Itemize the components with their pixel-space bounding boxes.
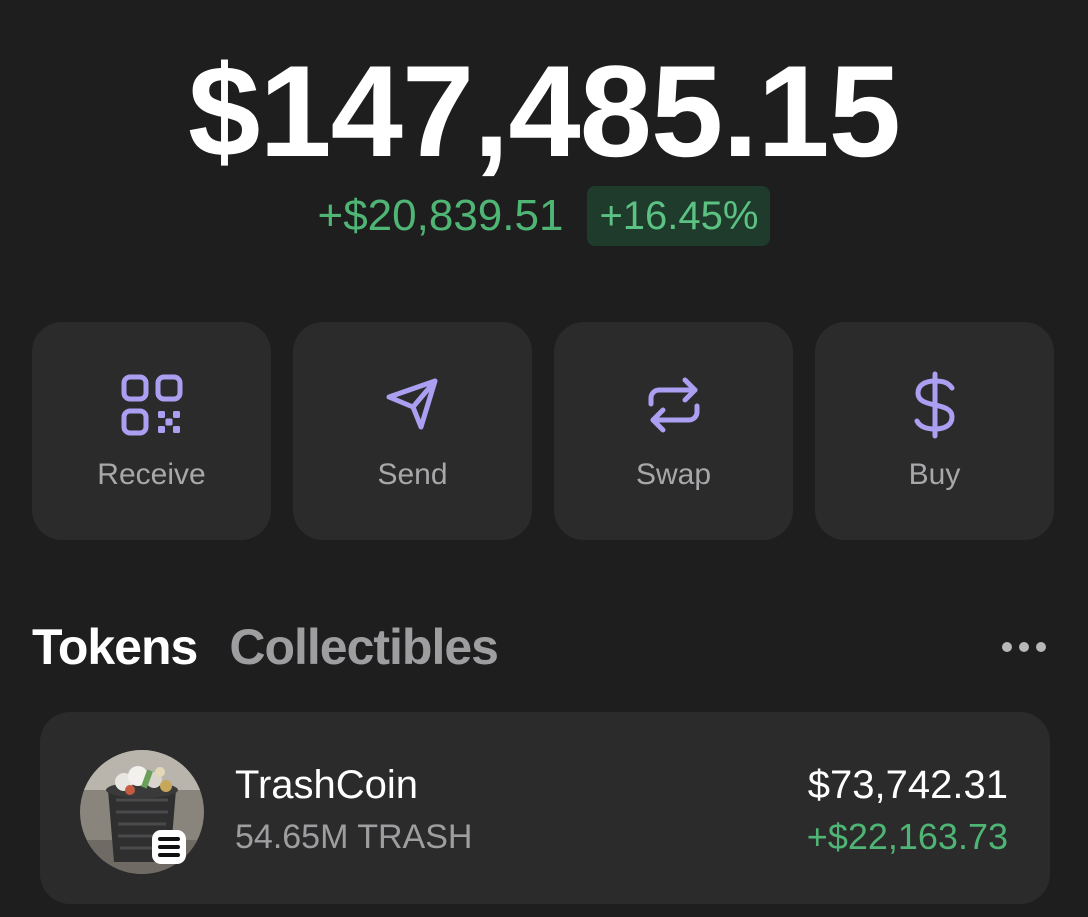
receive-button[interactable]: Receive	[32, 322, 271, 540]
action-buttons: Receive Send Swap Buy	[32, 322, 1054, 540]
solana-icon	[152, 830, 186, 864]
qr-code-icon	[117, 370, 187, 440]
more-dot-icon	[1019, 642, 1029, 652]
send-button[interactable]: Send	[293, 322, 532, 540]
buy-label: Buy	[908, 458, 961, 491]
tab-tokens[interactable]: Tokens	[32, 612, 198, 682]
more-dot-icon	[1036, 642, 1046, 652]
token-row-trashcoin[interactable]: TrashCoin 54.65M TRASH $73,742.31 +$22,1…	[40, 712, 1050, 904]
token-change: +$22,163.73	[806, 816, 1008, 857]
send-label: Send	[377, 458, 448, 491]
balance-change-amount: +$20,839.51	[317, 191, 564, 240]
token-avatar	[80, 750, 204, 874]
buy-button[interactable]: Buy	[815, 322, 1054, 540]
swap-arrows-icon	[639, 370, 709, 440]
tab-collectibles[interactable]: Collectibles	[229, 612, 499, 682]
receive-label: Receive	[97, 458, 206, 491]
token-value: $73,742.31	[807, 763, 1008, 807]
swap-button[interactable]: Swap	[554, 322, 793, 540]
balance-change-percent-badge: +16.45%	[587, 186, 771, 246]
total-balance: $147,485.15	[188, 38, 901, 184]
token-name: TrashCoin	[235, 763, 419, 807]
token-amount: 54.65M TRASH	[235, 818, 473, 856]
more-options-button[interactable]	[996, 630, 1052, 664]
balance-change-row: +$20,839.51 +16.45%	[0, 186, 1088, 246]
dollar-sign-icon	[900, 370, 970, 440]
swap-label: Swap	[635, 458, 712, 491]
send-arrow-icon	[378, 370, 448, 440]
asset-tabs: Tokens Collectibles	[32, 612, 499, 682]
more-dot-icon	[1002, 642, 1012, 652]
